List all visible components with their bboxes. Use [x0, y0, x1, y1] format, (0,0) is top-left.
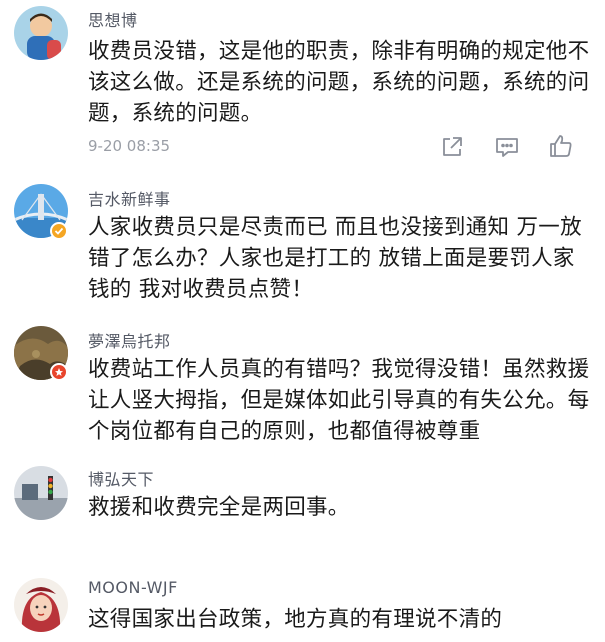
comment-item: 吉水新鲜事 人家收费员只是尽责而已 而且也没接到通知 万一放错了怎么办？人家也是… [0, 178, 605, 318]
comment-text: 救援和收费完全是两回事。 [88, 495, 350, 520]
comment-timestamp: 9-20 08:35 [88, 137, 171, 155]
cartoon-avatar-icon[interactable] [14, 6, 68, 60]
comment-item: 博弘天下 救援和收费完全是两回事。 [0, 460, 605, 560]
traffic-scene-avatar-icon[interactable] [14, 466, 68, 520]
comment-text: 这得国家出台政策，地方真的有理说不清的 [88, 607, 503, 632]
comment-feed: 思想博 收费员没错，这是他的职责，除非有明确的规定他不该这么做。还是系统的问题，… [0, 0, 605, 642]
share-icon[interactable] [439, 134, 465, 160]
vip-badge-icon [50, 363, 68, 381]
comment-username[interactable]: 夢澤烏托邦 [88, 328, 171, 352]
comment-item: MOON-WJF 这得国家出台政策，地方真的有理说不清的 [0, 572, 605, 642]
like-icon[interactable] [548, 133, 574, 159]
comment-item: 夢澤烏托邦 收费站工作人员真的有错吗？我觉得没错！虽然救援让人竖大拇指，但是媒体… [0, 320, 605, 460]
comment-text: 收费站工作人员真的有错吗？我觉得没错！虽然救援让人竖大拇指，但是媒体如此引导真的… [88, 357, 590, 444]
comment-text: 人家收费员只是尽责而已 而且也没接到通知 万一放错了怎么办？人家也是打工的 放错… [88, 215, 582, 302]
verified-badge-icon [50, 222, 68, 240]
comment-username[interactable]: 思想博 [88, 7, 138, 31]
comment-username[interactable]: MOON-WJF [88, 578, 178, 597]
comment-username[interactable]: 博弘天下 [88, 466, 154, 490]
comment-text: 收费员没错，这是他的职责，除非有明确的规定他不该这么做。还是系统的问题，系统的问… [88, 39, 590, 126]
comment-username[interactable]: 吉水新鲜事 [88, 186, 171, 210]
woman-cartoon-avatar-icon[interactable] [14, 578, 68, 632]
comment-item: 思想博 收费员没错，这是他的职责，除非有明确的规定他不该这么做。还是系统的问题，… [0, 0, 605, 170]
comment-icon[interactable] [494, 134, 520, 160]
